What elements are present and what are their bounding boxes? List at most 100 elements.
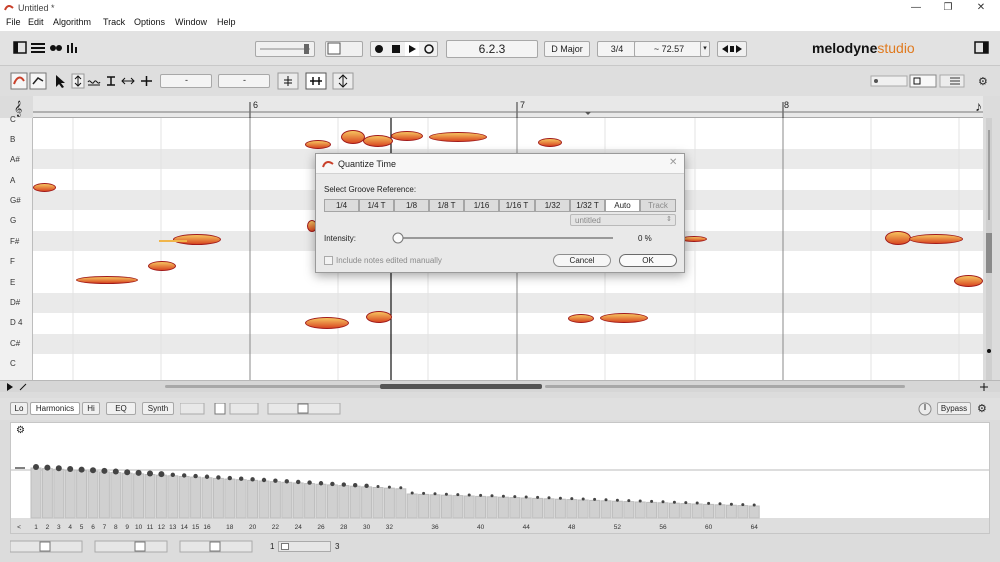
harmonic-bar[interactable] [224, 478, 236, 519]
harmonic-handle[interactable] [410, 491, 414, 495]
bypass-button[interactable]: Bypass [937, 402, 971, 415]
harmonic-handle[interactable] [444, 492, 448, 496]
position-display[interactable]: 6.2.3 [446, 40, 538, 58]
note-blob[interactable] [363, 135, 393, 147]
harmonic-bar[interactable] [634, 501, 646, 519]
bypass-power-icon[interactable] [918, 402, 932, 416]
harmonic-handle[interactable] [558, 496, 562, 500]
harmonic-bar[interactable] [623, 501, 635, 519]
harmonic-bar[interactable] [361, 486, 373, 519]
harmonic-handle[interactable] [296, 479, 301, 485]
loop-icon[interactable] [424, 44, 434, 54]
harmonic-bar[interactable] [247, 479, 259, 519]
harmonic-handle[interactable] [638, 499, 642, 503]
timeline-ruler[interactable]: 6 7 8 [33, 96, 983, 118]
groove-option-1-4[interactable]: 1/4 [324, 199, 359, 212]
offset-value-field[interactable]: - [218, 74, 270, 88]
dialog-close-icon[interactable]: ✕ [669, 157, 677, 168]
pointer-tool-icon[interactable] [56, 75, 65, 88]
harmonic-bar[interactable] [281, 481, 293, 519]
harmonic-bar[interactable] [748, 505, 760, 519]
menu-track[interactable]: Track [103, 17, 125, 27]
harmonic-handle[interactable] [135, 469, 142, 476]
harmonic-bar[interactable] [292, 482, 304, 519]
harmonic-bar[interactable] [383, 487, 395, 519]
harmonic-bar[interactable] [714, 504, 726, 519]
harmonic-bar[interactable] [133, 473, 145, 519]
harmonic-bar[interactable] [167, 475, 179, 519]
harmonic-handle[interactable] [158, 471, 165, 478]
harmonic-handle[interactable] [330, 481, 335, 487]
harmonic-bar[interactable] [155, 474, 167, 519]
harmonic-handle[interactable] [593, 497, 597, 501]
harmonic-handle[interactable] [318, 481, 324, 486]
harmonic-handle[interactable] [193, 473, 198, 479]
groove-option-1-8-t[interactable]: 1/8 T [429, 199, 464, 212]
harmonic-bar[interactable] [486, 496, 498, 519]
menu-file[interactable]: File [6, 17, 21, 27]
include-notes-checkbox[interactable] [324, 256, 333, 265]
note-blob[interactable] [429, 132, 487, 142]
range-slider[interactable] [94, 540, 168, 553]
formant-tool-icon[interactable] [107, 76, 115, 86]
note-blob[interactable] [954, 275, 983, 287]
record-icon[interactable] [375, 45, 383, 53]
minimize-button[interactable]: — [906, 1, 926, 15]
note-blob[interactable] [568, 314, 594, 323]
harmonic-handle[interactable] [547, 496, 551, 500]
note-blob[interactable] [305, 317, 349, 329]
range-slider[interactable] [10, 540, 83, 553]
harmonic-handle[interactable] [273, 478, 278, 483]
harmonic-bar[interactable] [646, 501, 658, 519]
harmonic-handle[interactable] [536, 495, 540, 499]
harmonic-bar[interactable] [269, 481, 281, 519]
note-blob[interactable] [305, 140, 331, 149]
groove-option-1-32-t[interactable]: 1/32 T [570, 199, 605, 212]
harmonic-handle[interactable] [55, 465, 62, 472]
harmonic-bar[interactable] [395, 488, 407, 519]
key-display[interactable]: D Major [544, 41, 590, 57]
level-macro-icon[interactable] [332, 72, 354, 90]
harmonic-bar[interactable] [737, 505, 749, 519]
harmonic-handle[interactable] [147, 470, 153, 477]
note-blob[interactable] [366, 311, 392, 323]
harmonic-handle[interactable] [124, 469, 131, 476]
harmonics-range-icon[interactable] [267, 403, 341, 415]
harmonic-handle[interactable] [170, 472, 175, 477]
harmonic-handle[interactable] [341, 482, 346, 487]
harmonic-handle[interactable] [78, 466, 85, 473]
harmonic-bar[interactable] [315, 483, 327, 519]
harmonic-bar[interactable] [703, 503, 715, 519]
quantize-macro-icon[interactable] [305, 72, 327, 90]
groove-option-1-32[interactable]: 1/32 [535, 199, 570, 212]
harmonic-bar[interactable] [64, 469, 76, 519]
harmonic-bar[interactable] [372, 487, 384, 519]
harmonic-bar[interactable] [463, 495, 475, 519]
harmonic-bar[interactable] [497, 496, 509, 519]
harmonic-handle[interactable] [364, 483, 369, 489]
harmonic-handle[interactable] [239, 476, 244, 481]
tempo-dropdown-chevron-icon[interactable]: ▾ [700, 41, 710, 57]
harmonic-handle[interactable] [456, 493, 460, 497]
harmonic-bar[interactable] [190, 476, 202, 519]
note-blob[interactable] [341, 130, 365, 144]
harmonic-handle[interactable] [752, 503, 756, 507]
harmonic-bar[interactable] [520, 497, 532, 519]
stop-icon[interactable] [392, 45, 400, 53]
range-slider[interactable] [179, 540, 253, 553]
harmonic-bar[interactable] [600, 500, 612, 519]
pitch-tool-icon[interactable] [29, 72, 47, 90]
harmonic-handle[interactable] [261, 477, 267, 483]
harmonic-handle[interactable] [204, 474, 210, 479]
harmonic-bar[interactable] [76, 470, 88, 519]
groove-option-track[interactable]: Track [640, 199, 676, 212]
harmonic-handle[interactable] [376, 485, 380, 488]
groove-option-1-16[interactable]: 1/16 [464, 199, 499, 212]
note-blob[interactable] [33, 183, 56, 192]
harmonic-bar[interactable] [668, 502, 680, 519]
grid-view-icon[interactable] [939, 74, 965, 88]
harmonic-bar[interactable] [691, 503, 703, 519]
note-blob[interactable] [909, 234, 963, 244]
menu-help[interactable]: Help [217, 17, 236, 27]
time-signature-display[interactable]: 3/4 [597, 41, 637, 57]
